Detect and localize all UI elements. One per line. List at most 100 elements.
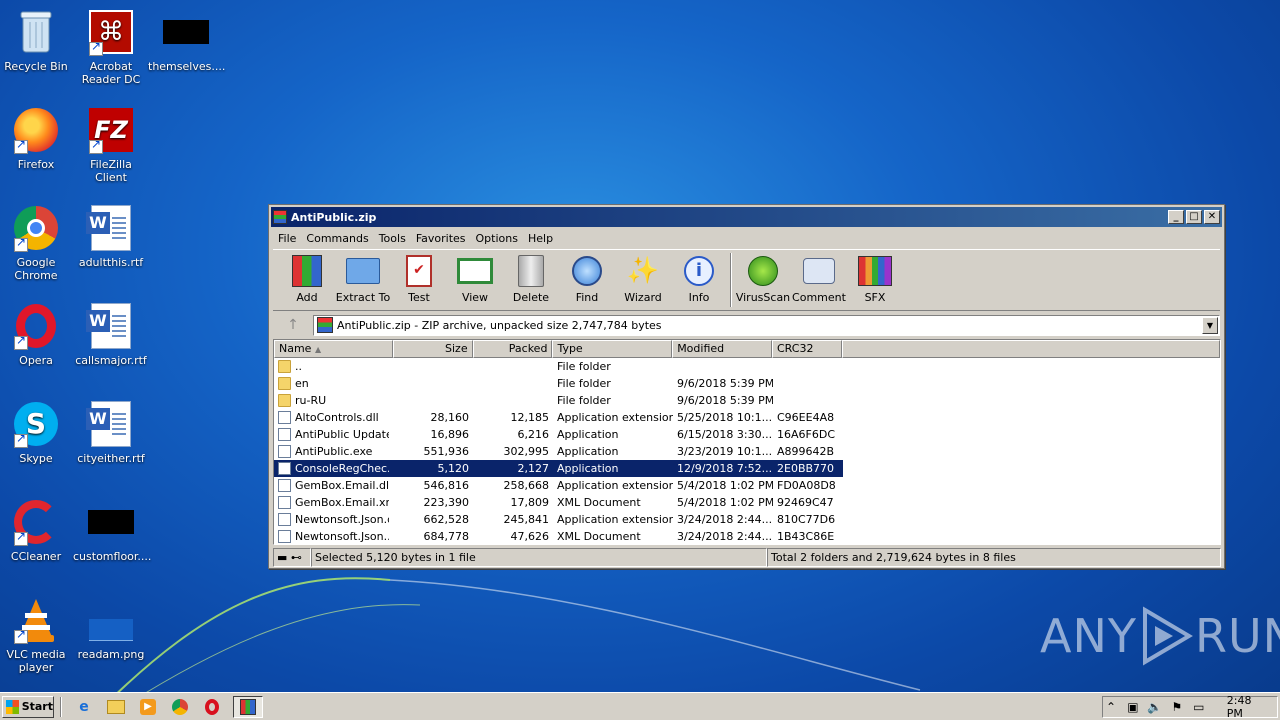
- column-header-crc32[interactable]: CRC32: [771, 340, 842, 358]
- winrar-app-icon: [273, 210, 287, 224]
- desktop-icon-acrobat[interactable]: ⌘ Acrobat Reader DC: [73, 8, 149, 86]
- display-icon[interactable]: ▭: [1191, 699, 1207, 715]
- desktop-icon-customfloor[interactable]: customfloor....: [73, 498, 152, 563]
- view-button[interactable]: View: [447, 253, 503, 304]
- file-explorer-icon[interactable]: [105, 696, 127, 718]
- media-player-icon[interactable]: ▶: [137, 696, 159, 718]
- file-row[interactable]: Newtonsoft.Json.dll 662,528 245,841 Applica…: [274, 511, 1220, 528]
- cell-packed: [473, 375, 553, 392]
- desktop-icon-themselves[interactable]: themselves....: [148, 8, 225, 73]
- column-header-modified[interactable]: Modified: [672, 340, 772, 358]
- archive-icon: [317, 317, 333, 333]
- shortcut-arrow-icon: [14, 530, 28, 546]
- winrar-taskbar-button[interactable]: [233, 695, 263, 718]
- cell-crc: [773, 375, 843, 392]
- desktop-icon-ccleaner[interactable]: CCleaner: [0, 498, 74, 563]
- file-name: ..: [295, 360, 302, 373]
- desktop-icon-chrome[interactable]: Google Chrome: [0, 204, 74, 282]
- file-row[interactable]: Newtonsoft.Json... 684,778 47,626 XML Docum…: [274, 528, 1220, 544]
- delete-button[interactable]: Delete: [503, 253, 559, 304]
- desktop-icon-skype[interactable]: S Skype: [0, 400, 74, 465]
- clock[interactable]: 2:48 PM: [1227, 694, 1271, 720]
- shortcut-arrow-icon: [14, 138, 28, 154]
- vlc-icon: [12, 596, 60, 644]
- maximize-button[interactable]: □: [1186, 210, 1202, 224]
- opera-taskbar-icon[interactable]: [201, 696, 223, 718]
- test-button[interactable]: ✔ Test: [391, 253, 447, 304]
- shortcut-arrow-icon: [89, 138, 103, 154]
- wizard-button[interactable]: ✨ Wizard: [615, 253, 671, 304]
- menu-commands[interactable]: Commands: [301, 232, 373, 245]
- add-button[interactable]: Add: [279, 253, 335, 304]
- file-row[interactable]: AntiPublic Update... 16,896 6,216 Applicati…: [274, 426, 1220, 443]
- cell-crc: 810C77D6: [777, 513, 836, 526]
- info-button[interactable]: i Info: [671, 253, 727, 304]
- menu-file[interactable]: File: [273, 232, 301, 245]
- desktop-icon-cityeither[interactable]: W cityeither.rtf: [73, 400, 149, 465]
- cell-size: 684,778: [423, 530, 470, 543]
- file-row[interactable]: GemBox.Email.dll 546,816 258,668 Applicatio…: [274, 477, 1220, 494]
- view-book-icon: [457, 253, 493, 289]
- file-icon: [278, 496, 291, 509]
- find-button[interactable]: Find: [559, 253, 615, 304]
- file-name: AltoControls.dll: [295, 411, 379, 424]
- cell-packed: [473, 392, 553, 409]
- status-selected: Selected 5,120 bytes in 1 file: [311, 548, 767, 567]
- desktop-icon-label: adultthis.rtf: [78, 256, 144, 269]
- cell-size: [393, 358, 473, 375]
- column-headers: Name ▲ Size Packed Type Modified CRC32: [274, 340, 1220, 358]
- desktop-icon-opera[interactable]: Opera: [0, 302, 74, 367]
- desktop-icon-adultthis[interactable]: W adultthis.rtf: [73, 204, 149, 269]
- file-rows: .. File folder en File folder 9/6/2018 5:39 …: [274, 358, 1220, 544]
- close-button[interactable]: ✕: [1204, 210, 1220, 224]
- test-clipboard-icon: ✔: [401, 253, 437, 289]
- desktop-icon-recycle-bin[interactable]: Recycle Bin: [0, 8, 74, 73]
- file-row[interactable]: GemBox.Email.xml 223,390 17,809 XML Documen…: [274, 494, 1220, 511]
- minimize-button[interactable]: _: [1168, 210, 1184, 224]
- desktop-icon-vlc[interactable]: VLC media player: [0, 596, 74, 674]
- desktop-icon-filezilla[interactable]: FZ FileZilla Client: [73, 106, 149, 184]
- sfx-button[interactable]: SFX: [847, 253, 903, 304]
- cell-type: Application extension: [557, 411, 673, 424]
- action-center-flag-icon[interactable]: ⚑: [1169, 699, 1185, 715]
- menu-options[interactable]: Options: [471, 232, 523, 245]
- title-bar[interactable]: AntiPublic.zip _ □ ✕: [271, 207, 1222, 227]
- column-header-packed[interactable]: Packed: [472, 340, 553, 358]
- show-hidden-icons-icon[interactable]: ⌃: [1103, 699, 1119, 715]
- desktop-icon-label: customfloor....: [73, 550, 152, 563]
- internet-explorer-icon[interactable]: e: [73, 696, 95, 718]
- file-row[interactable]: .. File folder: [274, 358, 1220, 375]
- file-row[interactable]: ConsoleRegChec... 5,120 2,127 Application 12…: [274, 460, 1220, 477]
- file-row[interactable]: AltoControls.dll 28,160 12,185 Application …: [274, 409, 1220, 426]
- watermark-left: ANY: [1040, 609, 1137, 663]
- column-header-type[interactable]: Type: [552, 340, 673, 358]
- wizard-label: Wizard: [624, 291, 662, 304]
- menu-tools[interactable]: Tools: [374, 232, 411, 245]
- up-arrow-icon[interactable]: ↑: [273, 314, 313, 336]
- start-button[interactable]: Start: [2, 695, 54, 718]
- recycle-bin-icon: [12, 8, 60, 56]
- desktop-icon-label: Recycle Bin: [4, 60, 68, 73]
- desktop-icon-readam[interactable]: readam.png: [73, 596, 149, 661]
- menu-help[interactable]: Help: [523, 232, 558, 245]
- cell-modified: 3/24/2018 2:44...: [677, 513, 773, 526]
- cell-size: [393, 392, 473, 409]
- cell-crc: 1B43C86E: [777, 530, 835, 543]
- volume-icon[interactable]: 🔈: [1147, 699, 1163, 715]
- comment-button[interactable]: Comment: [791, 253, 847, 304]
- file-row[interactable]: en File folder 9/6/2018 5:39 PM: [274, 375, 1220, 392]
- desktop-icon-callsmajor[interactable]: W callsmajor.rtf: [73, 302, 149, 367]
- column-header-name[interactable]: Name ▲: [274, 340, 393, 358]
- chevron-down-icon[interactable]: ▼: [1202, 316, 1218, 334]
- desktop-icon-firefox[interactable]: Firefox: [0, 106, 74, 171]
- chrome-taskbar-icon[interactable]: [169, 696, 191, 718]
- menu-favorites[interactable]: Favorites: [411, 232, 471, 245]
- file-row[interactable]: ru-RU File folder 9/6/2018 5:39 PM: [274, 392, 1220, 409]
- column-header-size[interactable]: Size: [392, 340, 473, 358]
- virusscan-button[interactable]: VirusScan: [735, 253, 791, 304]
- network-icon[interactable]: ▣: [1125, 699, 1141, 715]
- file-row[interactable]: AntiPublic.exe 551,936 302,995 Application 3…: [274, 443, 1220, 460]
- address-bar[interactable]: AntiPublic.zip - ZIP archive, unpacked s…: [313, 314, 1220, 336]
- add-label: Add: [296, 291, 318, 304]
- extract-to-button[interactable]: Extract To: [335, 253, 391, 304]
